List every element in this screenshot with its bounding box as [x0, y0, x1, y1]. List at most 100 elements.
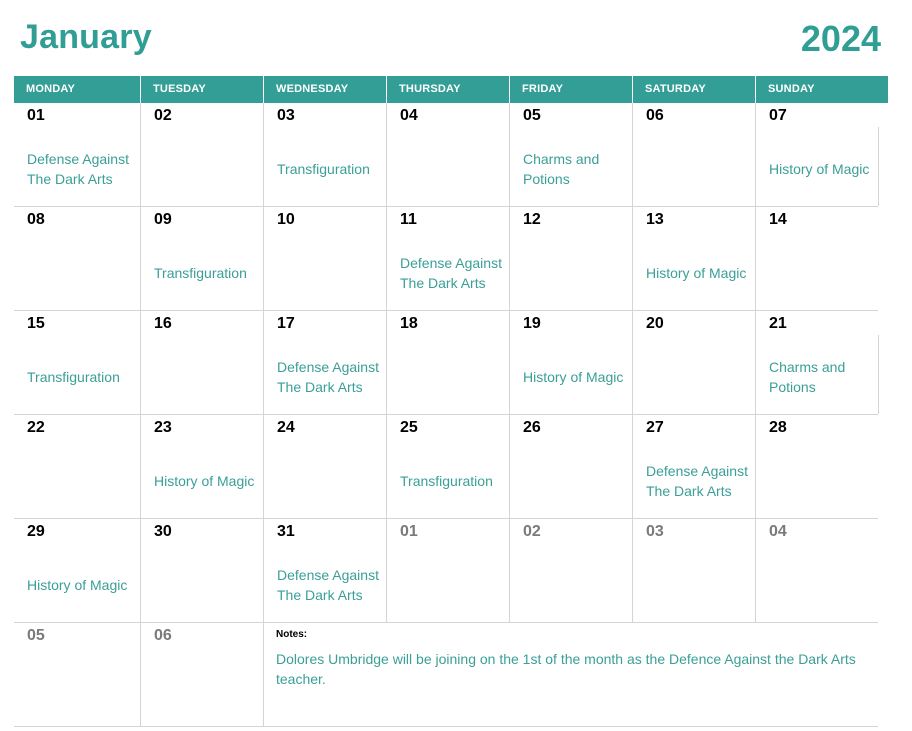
- day-cell[interactable]: 05: [14, 623, 140, 727]
- day-cell[interactable]: 20: [632, 311, 755, 415]
- day-cell[interactable]: 26: [509, 415, 632, 519]
- day-cell[interactable]: 03: [632, 519, 755, 623]
- day-number: 26: [523, 419, 541, 436]
- day-number: 15: [27, 315, 45, 332]
- event-label: History of Magic: [154, 473, 255, 489]
- day-number: 16: [154, 315, 172, 332]
- day-number: 06: [646, 107, 664, 124]
- day-cell[interactable]: 04: [386, 103, 509, 207]
- day-number: 28: [769, 419, 787, 436]
- day-cell[interactable]: 30: [140, 519, 263, 623]
- day-number: 03: [277, 107, 295, 124]
- day-number: 04: [400, 107, 418, 124]
- day-cell[interactable]: 13 History of Magic: [632, 207, 755, 311]
- day-cell[interactable]: 03 Transfiguration: [263, 103, 386, 207]
- weekday-thursday: THURSDAY: [386, 76, 509, 103]
- event-label: Transfiguration: [400, 473, 493, 489]
- day-number: 03: [646, 523, 664, 540]
- day-number: 10: [277, 211, 295, 228]
- day-number: 20: [646, 315, 664, 332]
- day-number: 14: [769, 211, 787, 228]
- event-label: Defense Against The Dark Arts: [400, 255, 502, 291]
- calendar-grid: 01 Defense Against The Dark Arts 02 03 Trans…: [14, 103, 888, 727]
- event-label: Transfiguration: [27, 369, 120, 385]
- day-cell[interactable]: 14: [755, 207, 878, 311]
- day-cell[interactable]: 25 Transfiguration: [386, 415, 509, 519]
- weekday-friday: FRIDAY: [509, 76, 632, 103]
- cell-border: [878, 127, 879, 206]
- event-label: Charms and Potions: [769, 359, 846, 395]
- notes-label: Notes:: [276, 629, 308, 640]
- event-label: Charms and Potions: [523, 151, 600, 187]
- day-cell[interactable]: 02: [140, 103, 263, 207]
- day-cell[interactable]: 06: [140, 623, 263, 727]
- day-number: 24: [277, 419, 295, 436]
- day-cell[interactable]: 31 Defense Against The Dark Arts: [263, 519, 386, 623]
- day-cell[interactable]: 09 Transfiguration: [140, 207, 263, 311]
- notes-section[interactable]: Notes: Dolores Umbridge will be joining o…: [263, 623, 878, 727]
- day-cell[interactable]: 02: [509, 519, 632, 623]
- day-number: 13: [646, 211, 664, 228]
- day-number: 27: [646, 419, 664, 436]
- day-number: 06: [154, 627, 172, 644]
- day-number: 29: [27, 523, 45, 540]
- day-number: 25: [400, 419, 418, 436]
- day-cell[interactable]: 17 Defense Against The Dark Arts: [263, 311, 386, 415]
- event-label: History of Magic: [769, 161, 870, 177]
- day-number: 05: [523, 107, 541, 124]
- event-label: History of Magic: [27, 577, 128, 593]
- day-cell[interactable]: 27 Defense Against The Dark Arts: [632, 415, 755, 519]
- day-number: 19: [523, 315, 541, 332]
- day-cell[interactable]: 10: [263, 207, 386, 311]
- day-cell[interactable]: 15 Transfiguration: [14, 311, 140, 415]
- day-cell[interactable]: 29 History of Magic: [14, 519, 140, 623]
- day-cell[interactable]: 05 Charms and Potions: [509, 103, 632, 207]
- day-number: 05: [27, 627, 45, 644]
- cell-border: [878, 335, 879, 414]
- year-title: 2024: [800, 18, 881, 59]
- notes-text: Dolores Umbridge will be joining on the …: [276, 651, 856, 687]
- event-label: Transfiguration: [154, 265, 247, 281]
- day-number: 30: [154, 523, 172, 540]
- day-number: 07: [769, 107, 787, 124]
- day-cell[interactable]: 11 Defense Against The Dark Arts: [386, 207, 509, 311]
- day-number: 17: [277, 315, 295, 332]
- day-number: 01: [27, 107, 45, 124]
- day-number: 02: [523, 523, 541, 540]
- weekday-monday: MONDAY: [26, 83, 76, 95]
- day-cell[interactable]: 28: [755, 415, 878, 519]
- day-cell[interactable]: 23 History of Magic: [140, 415, 263, 519]
- day-number: 08: [27, 211, 45, 228]
- day-number: 04: [769, 523, 787, 540]
- event-label: History of Magic: [646, 265, 747, 281]
- calendar: MONDAY TUESDAY WEDNESDAY THURSDAY FRIDAY…: [14, 76, 888, 727]
- day-cell[interactable]: 01: [386, 519, 509, 623]
- day-cell[interactable]: 06: [632, 103, 755, 207]
- day-cell[interactable]: 04: [755, 519, 878, 623]
- day-number: 22: [27, 419, 45, 436]
- event-label: Defense Against The Dark Arts: [277, 359, 379, 395]
- event-label: Defense Against The Dark Arts: [27, 151, 129, 187]
- day-cell[interactable]: 22: [14, 415, 140, 519]
- day-cell[interactable]: 08: [14, 207, 140, 311]
- weekday-wednesday: WEDNESDAY: [263, 76, 386, 103]
- day-number: 01: [400, 523, 418, 540]
- day-cell[interactable]: 12: [509, 207, 632, 311]
- day-number: 18: [400, 315, 418, 332]
- day-number: 12: [523, 211, 541, 228]
- day-cell[interactable]: 07 History of Magic: [755, 103, 879, 207]
- day-cell[interactable]: 16: [140, 311, 263, 415]
- day-number: 31: [277, 523, 295, 540]
- day-cell[interactable]: 18: [386, 311, 509, 415]
- day-cell[interactable]: 24: [263, 415, 386, 519]
- day-cell[interactable]: 21 Charms and Potions: [755, 311, 879, 415]
- day-number: 23: [154, 419, 172, 436]
- day-number: 09: [154, 211, 172, 228]
- weekday-saturday: SATURDAY: [632, 76, 755, 103]
- day-cell[interactable]: 01 Defense Against The Dark Arts: [14, 103, 140, 207]
- event-label: History of Magic: [523, 369, 624, 385]
- day-number: 11: [400, 211, 417, 228]
- day-cell[interactable]: 19 History of Magic: [509, 311, 632, 415]
- day-number: 21: [769, 315, 787, 332]
- month-title: January: [20, 18, 152, 56]
